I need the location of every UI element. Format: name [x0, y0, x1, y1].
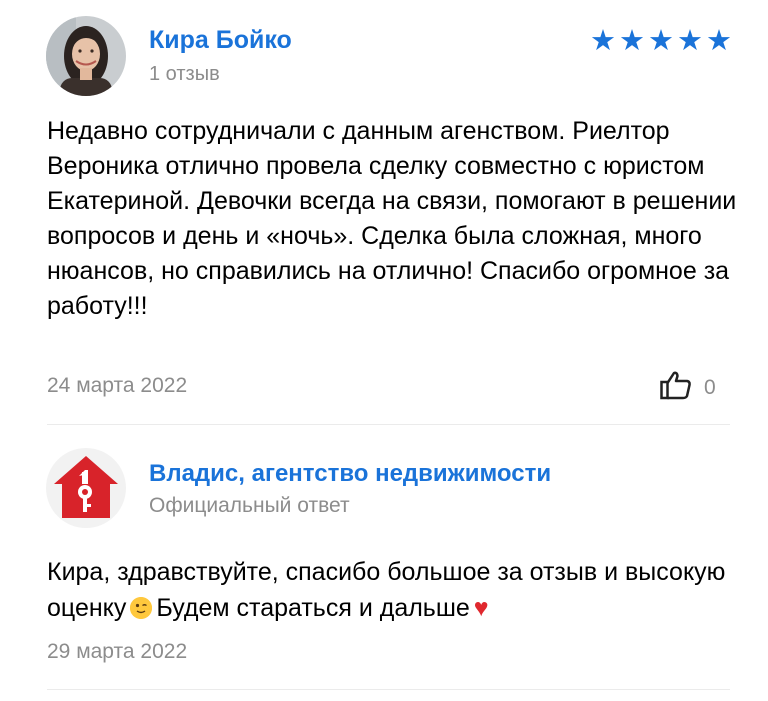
thumbs-up-icon: [660, 370, 692, 405]
winking-face-icon: [130, 597, 153, 619]
agency-logo[interactable]: [46, 448, 126, 528]
heart-icon: ♥: [473, 594, 489, 622]
reply-text: Кира, здравствуйте, спасибо большое за о…: [47, 554, 737, 626]
review-date: 24 марта 2022: [47, 374, 188, 397]
star-icon: ★: [590, 25, 616, 57]
like-button[interactable]: 0: [660, 370, 716, 405]
agency-name[interactable]: Владис, агентство недвижимости: [149, 460, 551, 488]
reply-text-part2: Будем стараться и дальше: [156, 594, 470, 622]
author-avatar[interactable]: [46, 16, 126, 96]
official-reply-label: Официальный ответ: [149, 494, 350, 517]
star-icon: ★: [648, 25, 674, 57]
review-text: Недавно сотрудничали с данным агенством.…: [47, 117, 737, 320]
reply-date: 29 марта 2022: [47, 640, 188, 663]
star-icon: ★: [619, 25, 645, 57]
author-name[interactable]: Кира Бойко: [149, 26, 292, 55]
star-icon: ★: [677, 25, 703, 57]
author-review-count: 1 отзыв: [149, 63, 220, 85]
divider: [47, 689, 730, 690]
star-icon: ★: [706, 25, 732, 57]
divider: [47, 424, 730, 425]
rating-stars: ★ ★ ★ ★ ★: [590, 26, 732, 56]
like-count: 0: [704, 375, 716, 399]
